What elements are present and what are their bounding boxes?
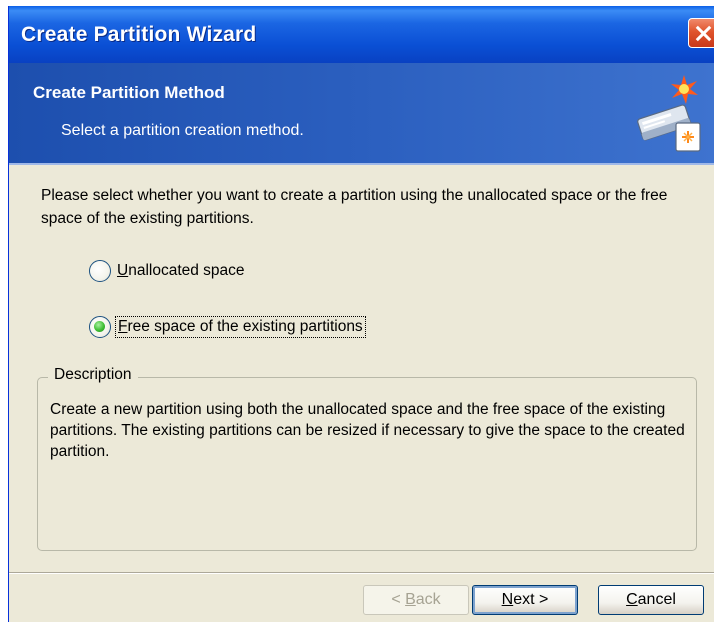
cancel-button[interactable]: Cancel	[598, 585, 704, 615]
back-button[interactable]: < Back	[363, 585, 469, 615]
window-title: Create Partition Wizard	[21, 23, 257, 46]
option-unallocated-space[interactable]: Unallocated space	[89, 260, 245, 282]
next-button[interactable]: Next >	[472, 585, 578, 615]
header-subtitle: Select a partition creation method.	[61, 122, 304, 139]
accelerator-key: C	[626, 591, 638, 608]
next-label-rest: ext >	[513, 591, 549, 608]
cancel-label-rest: ancel	[637, 591, 676, 608]
radio-free-space[interactable]	[89, 316, 111, 338]
description-groupbox: Description Create a new partition using…	[37, 366, 697, 551]
option-label-rest: ree space of the existing partitions	[127, 318, 363, 335]
header-title: Create Partition Method	[33, 83, 225, 102]
back-prefix: <	[391, 591, 406, 608]
accelerator-key: N	[501, 591, 514, 608]
description-text: Create a new partition using both the un…	[50, 401, 685, 460]
back-label-rest: ack	[415, 591, 441, 608]
button-separator	[9, 572, 714, 574]
option-free-space-label[interactable]: Free space of the existing partitions	[115, 316, 366, 338]
title-bar[interactable]: Create Partition Wizard	[9, 6, 714, 63]
wizard-disk-icon	[637, 75, 701, 152]
intro-text: Please select whether you want to create…	[41, 187, 668, 227]
description-legend: Description	[48, 366, 138, 384]
wizard-window: Create Partition Wizard Create Partition…	[8, 6, 714, 622]
option-label-rest: nallocated space	[128, 262, 245, 279]
wizard-content: Please select whether you want to create…	[9, 165, 714, 565]
accelerator-key: B	[405, 591, 416, 608]
radio-unallocated-space[interactable]	[89, 260, 111, 282]
wizard-header: Create Partition Method Select a partiti…	[9, 63, 714, 165]
option-free-space[interactable]: Free space of the existing partitions	[89, 316, 366, 338]
option-unallocated-label[interactable]: Unallocated space	[117, 262, 245, 280]
accelerator-key: U	[117, 262, 129, 279]
close-icon[interactable]	[688, 18, 714, 48]
